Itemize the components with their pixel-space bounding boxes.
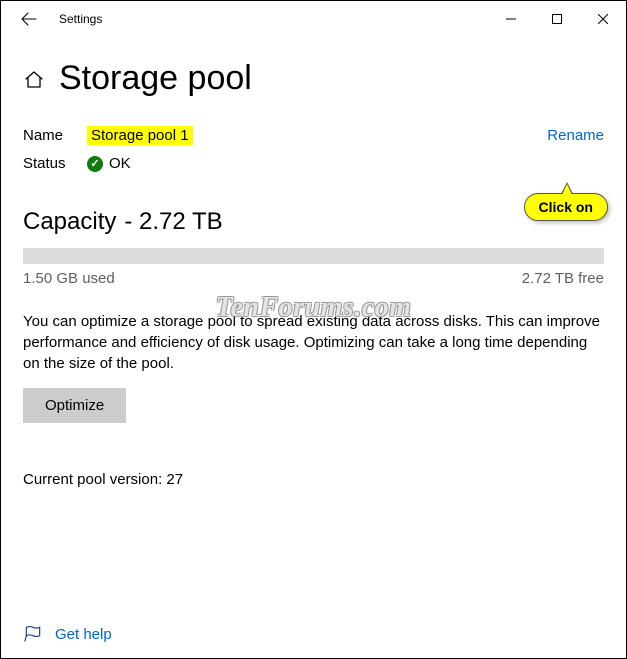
status-value: OK (109, 155, 131, 172)
titlebar-title: Settings (59, 12, 102, 26)
name-label: Name (23, 127, 87, 144)
window-controls (488, 1, 626, 37)
status-value-wrap: ✓ OK (87, 155, 131, 172)
optimize-description: You can optimize a storage pool to sprea… (23, 311, 604, 374)
capacity-heading-prefix: Capacity (23, 208, 116, 236)
page-header: Storage pool (23, 59, 604, 98)
capacity-heading-value: - 2.72 TB (124, 208, 222, 236)
get-help-icon (23, 624, 43, 644)
annotation-callout: Click on (524, 193, 608, 221)
maximize-icon (552, 14, 562, 24)
rename-link[interactable]: Rename (547, 127, 604, 144)
back-button[interactable] (9, 1, 49, 37)
capacity-heading: Capacity - 2.72 TB (23, 208, 604, 236)
get-help-link[interactable]: Get help (55, 626, 112, 643)
close-button[interactable] (580, 1, 626, 37)
back-arrow-icon (20, 10, 38, 28)
capacity-labels: 1.50 GB used 2.72 TB free (23, 270, 604, 287)
name-row: Name Storage pool 1 Rename (23, 126, 604, 145)
minimize-button[interactable] (488, 1, 534, 37)
pool-name-value: Storage pool 1 (87, 126, 193, 145)
maximize-button[interactable] (534, 1, 580, 37)
status-row: Status ✓ OK (23, 155, 604, 172)
page-title: Storage pool (59, 59, 252, 98)
home-icon[interactable] (23, 68, 45, 90)
pool-version: Current pool version: 27 (23, 471, 604, 488)
status-label: Status (23, 155, 87, 172)
capacity-free: 2.72 TB free (522, 270, 604, 287)
ok-check-icon: ✓ (87, 156, 103, 172)
optimize-button[interactable]: Optimize (23, 388, 126, 423)
footer: Get help (23, 624, 112, 644)
capacity-bar (23, 248, 604, 264)
capacity-used: 1.50 GB used (23, 270, 115, 287)
close-icon (598, 14, 608, 24)
titlebar: Settings (1, 1, 626, 37)
minimize-icon (506, 14, 516, 24)
